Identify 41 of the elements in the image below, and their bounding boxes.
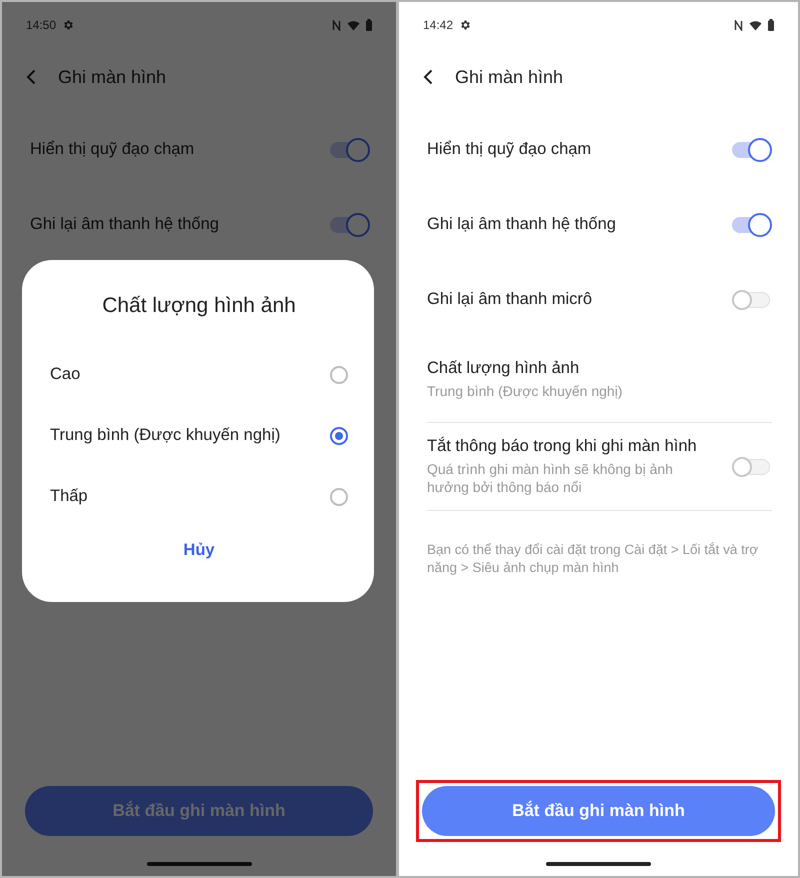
settings-note: Bạn có thể thay đổi cài đặt trong Cài đặt > Lối tắt và trợ năng > Siêu ảnh chụp màn hình <box>427 541 760 578</box>
setting-title: Hiển thị quỹ đạo chạm <box>30 140 196 159</box>
toggle-switch[interactable] <box>330 212 370 236</box>
back-button[interactable] <box>423 69 433 85</box>
start-recording-button[interactable]: Bắt đầu ghi màn hình <box>422 786 775 836</box>
option-label: Thấp <box>50 487 89 506</box>
setting-title: Ghi lại âm thanh micrô <box>427 290 594 309</box>
nfc-icon <box>734 20 743 30</box>
dialog-title: Chất lượng hình ảnh <box>102 294 296 318</box>
toggle-switch[interactable] <box>732 454 772 478</box>
settings-icon <box>62 19 74 31</box>
setting-title: Ghi lại âm thanh hệ thống <box>30 215 220 234</box>
setting-subtitle: Quá trình ghi màn hình sẽ không bị ảnh hưởng bởi thông báo nổi <box>427 461 674 496</box>
settings-icon <box>459 19 472 31</box>
setting-subtitle: Trung bình (Được khuyến nghị) <box>427 382 624 400</box>
setting-title: Ghi lại âm thanh hệ thống <box>427 215 617 234</box>
setting-title: Tắt thông báo trong khi ghi màn hình <box>427 437 698 456</box>
option-label: Cao <box>50 365 82 384</box>
toggle-switch[interactable] <box>732 288 772 312</box>
toggle-switch[interactable] <box>732 212 772 236</box>
radio-button[interactable] <box>330 426 348 444</box>
page-title: Ghi màn hình <box>58 66 166 88</box>
toggle-switch[interactable] <box>330 138 370 162</box>
setting-title: Chất lượng hình ảnh <box>427 358 580 378</box>
option-label: Trung bình (Được khuyến nghị) <box>50 426 282 445</box>
page-title: Ghi màn hình <box>455 66 564 88</box>
toggle-switch[interactable] <box>732 138 772 162</box>
back-icon <box>26 69 36 85</box>
cancel-button[interactable]: Hủy <box>173 535 225 566</box>
wifi-icon <box>749 20 762 30</box>
battery-icon <box>366 19 372 31</box>
setting-title: Hiển thị quỹ đạo chạm <box>427 140 592 159</box>
wifi-icon <box>347 20 360 30</box>
radio-button[interactable] <box>330 488 348 506</box>
nfc-icon <box>332 20 341 30</box>
radio-button[interactable] <box>330 366 348 384</box>
start-recording-button[interactable]: Bắt đầu ghi màn hình <box>25 786 373 836</box>
back-icon <box>423 69 433 85</box>
status-time: 14:42 <box>423 18 454 32</box>
status-time: 14:50 <box>26 18 56 32</box>
battery-icon <box>768 19 774 31</box>
